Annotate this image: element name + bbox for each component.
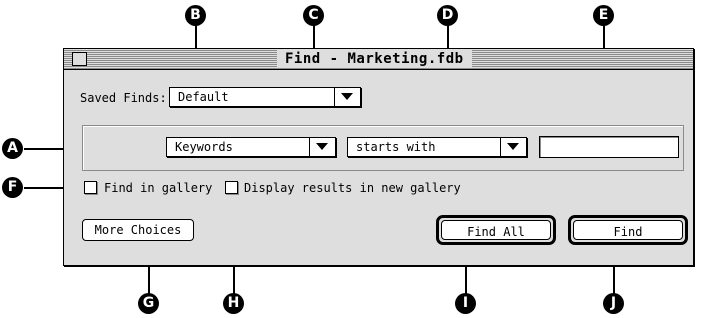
field-value: Keywords [175, 140, 233, 154]
operator-arrow[interactable] [500, 138, 526, 156]
saved-finds-popup[interactable]: Default [169, 87, 361, 107]
saved-finds-label: Saved Finds: [80, 91, 167, 105]
close-box[interactable] [72, 52, 87, 66]
find-in-gallery-checkbox[interactable] [84, 181, 97, 194]
callout-d: D [437, 5, 458, 26]
display-new-gallery-label: Display results in new gallery [244, 181, 461, 195]
callout-a: A [2, 138, 23, 159]
callout-f: F [2, 177, 23, 198]
saved-finds-value: Default [178, 90, 229, 104]
find-all-button[interactable]: Find All [436, 215, 556, 245]
criteria-value-input[interactable] [539, 136, 679, 158]
callout-h: H [223, 293, 244, 314]
callout-c: C [303, 5, 324, 26]
find-label: Find [573, 220, 683, 240]
window-title: Find - Marketing.fdb [277, 50, 472, 67]
operator-popup[interactable]: starts with [347, 137, 527, 157]
more-choices-button[interactable]: More Choices [82, 219, 194, 241]
find-window: Find - Marketing.fdb Saved Finds: Defaul… [63, 48, 694, 266]
callout-g: G [138, 293, 159, 314]
criteria-row: Keywords starts with [82, 125, 684, 171]
find-in-gallery-label: Find in gallery [104, 181, 213, 195]
operator-value: starts with [356, 140, 436, 154]
callout-b: B [185, 5, 206, 26]
callout-e: E [593, 5, 614, 26]
chevron-down-icon [507, 143, 519, 150]
title-bar[interactable]: Find - Marketing.fdb [64, 49, 693, 70]
chevron-down-icon [316, 143, 328, 150]
field-popup[interactable]: Keywords [166, 137, 336, 157]
display-new-gallery-checkbox[interactable] [225, 181, 238, 194]
find-button[interactable]: Find [568, 215, 688, 245]
field-arrow[interactable] [309, 138, 335, 156]
saved-finds-arrow[interactable] [334, 88, 360, 106]
callout-j: J [603, 293, 624, 314]
find-all-label: Find All [441, 220, 551, 240]
callout-i: I [455, 293, 476, 314]
chevron-down-icon [341, 93, 353, 100]
